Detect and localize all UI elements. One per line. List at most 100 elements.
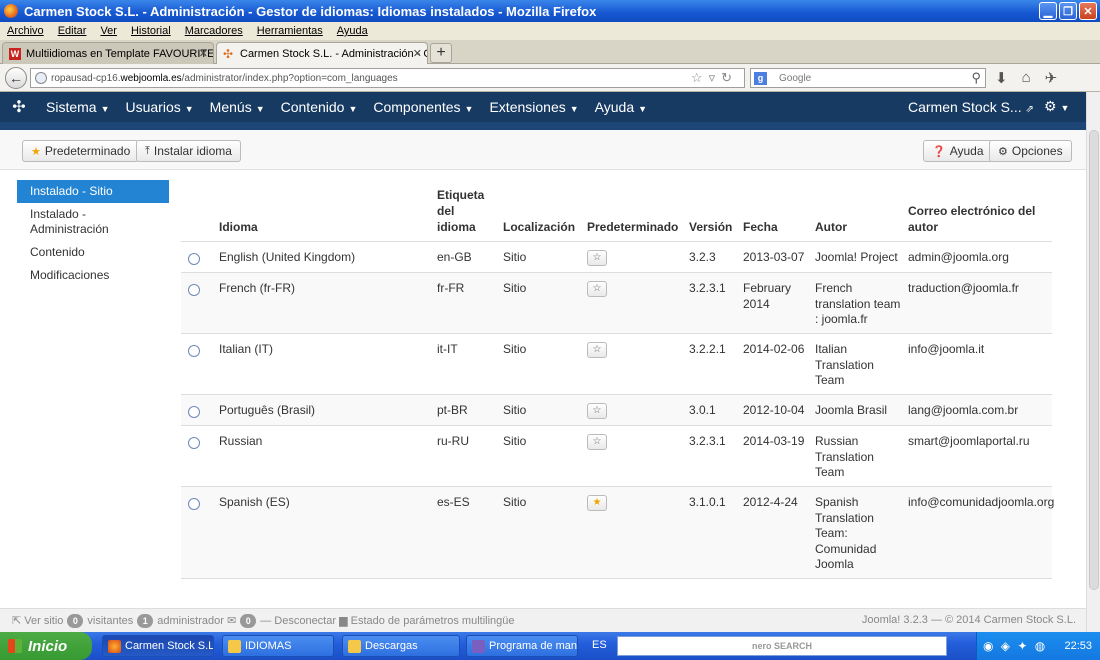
tab-multiidiomas[interactable]: W Multiidiomas en Template FAVOURITE Jo.… — [2, 42, 214, 64]
dropdown-icon[interactable]: ▿ — [709, 70, 722, 85]
logout-link[interactable]: Desconectar — [274, 615, 336, 627]
scrollbar-thumb[interactable] — [1089, 130, 1099, 590]
close-tab-icon[interactable]: ✕ — [413, 47, 422, 60]
nav-componentes[interactable]: Componentes ▼ — [365, 99, 481, 115]
row-select-radio[interactable] — [188, 284, 200, 296]
row-select-radio[interactable] — [188, 498, 200, 510]
site-user-link[interactable]: Carmen Stock S... ⇗ — [908, 99, 1034, 115]
cell-language: Italian (IT) — [219, 342, 274, 356]
firefox-icon — [108, 640, 121, 653]
cell-language: French (fr-FR) — [219, 281, 295, 295]
taskbar-item-firefox[interactable]: Carmen Stock S.L.... — [102, 635, 214, 657]
menu-marcadores[interactable]: Marcadores — [178, 25, 250, 37]
row-select-radio[interactable] — [188, 406, 200, 418]
menu-ver[interactable]: Ver — [93, 25, 124, 37]
sidebar-item-modificaciones[interactable]: Modificaciones — [17, 264, 169, 287]
taskbar-item-idiomas[interactable]: IDIOMAS — [222, 635, 334, 657]
nav-bar: ← ropausad-cp16. webjoomla.es/administrat… — [0, 64, 1100, 92]
col-header-location[interactable]: Localización — [503, 219, 575, 235]
cell-version: 3.0.1 — [689, 403, 716, 417]
menu-ayuda[interactable]: Ayuda — [330, 25, 375, 37]
sidebar-item-instalado-administracion[interactable]: Instalado - Administración — [17, 203, 169, 241]
nav-label: Usuarios — [125, 99, 181, 115]
header-strip — [0, 122, 1086, 130]
task-label: Descargas — [365, 640, 418, 652]
sidebar-item-instalado-sitio[interactable]: Instalado - Sitio — [17, 180, 169, 203]
set-default-star-icon[interactable]: ☆ — [587, 403, 607, 419]
maximize-button[interactable]: ❐ — [1059, 2, 1077, 20]
set-default-star-icon[interactable]: ☆ — [587, 250, 607, 266]
table-body: English (United Kingdom) en-GB Sitio 3.2.3 2… — [181, 242, 1054, 579]
col-header-default[interactable]: Predeterminado — [587, 219, 678, 235]
set-default-star-icon[interactable]: ☆ — [587, 281, 607, 297]
set-default-star-icon[interactable]: ★ — [587, 495, 607, 511]
new-tab-button[interactable]: + — [430, 43, 452, 63]
col-header-email[interactable]: Correo electrónico del autor — [908, 203, 1048, 235]
task-label: Programa de mani... — [489, 640, 578, 652]
options-button[interactable]: ⚙ Opciones — [989, 140, 1072, 162]
cell-location: Sitio — [503, 281, 527, 295]
input-language[interactable]: ES — [592, 639, 607, 651]
nav-ayuda[interactable]: Ayuda ▼ — [587, 99, 655, 115]
toolbar: ★ Predeterminado ⤒ Instalar idioma ❓ Ayuda … — [0, 130, 1086, 170]
cell-location: Sitio — [503, 434, 527, 448]
nav-usuarios[interactable]: Usuarios ▼ — [118, 99, 202, 115]
close-tab-icon[interactable]: ✕ — [199, 47, 208, 60]
col-header-date[interactable]: Fecha — [743, 219, 778, 235]
tab-administracion[interactable]: ✣ Carmen Stock S.L. - Administración - G… — [216, 42, 428, 64]
taskbar-item-descargas[interactable]: Descargas — [342, 635, 460, 657]
magnifier-icon[interactable]: ⚲ — [971, 70, 981, 86]
taskbar-item-programa[interactable]: Programa de mani... — [466, 635, 578, 657]
reload-icon[interactable]: ↻ — [721, 70, 738, 85]
menu-archivo[interactable]: Archivo — [0, 25, 51, 37]
cell-date: 2013-03-07 — [743, 250, 805, 264]
row-select-radio[interactable] — [188, 437, 200, 449]
bookmark-star-icon[interactable]: ☆ — [691, 70, 709, 85]
cell-email: admin@joomla.org — [908, 250, 1009, 264]
view-site-link[interactable]: Ver sitio — [24, 615, 63, 627]
nav-menus[interactable]: Menús ▼ — [202, 99, 273, 115]
google-icon[interactable]: g — [754, 72, 767, 85]
default-button[interactable]: ★ Predeterminado — [22, 140, 140, 162]
sidebar-item-contenido[interactable]: Contenido — [17, 241, 169, 264]
cell-version: 3.2.3.1 — [689, 281, 726, 295]
languages-table: Idioma Etiqueta del idioma Localización … — [181, 180, 1054, 579]
nav-sistema[interactable]: Sistema ▼ — [38, 99, 118, 115]
url-bar[interactable]: ropausad-cp16. webjoomla.es/administrator… — [30, 68, 745, 88]
page-scrollbar[interactable] — [1086, 92, 1100, 632]
search-input[interactable]: g Google ⚲ — [750, 68, 986, 88]
folder-icon — [348, 640, 361, 653]
task-label: Carmen Stock S.L.... — [125, 640, 214, 652]
install-language-button[interactable]: ⤒ Instalar idioma — [136, 140, 241, 162]
window-titlebar: Carmen Stock S.L. - Administración - Ges… — [0, 0, 1100, 22]
nav-contenido[interactable]: Contenido ▼ — [273, 99, 366, 115]
addon-icon[interactable]: ✈ — [1045, 69, 1058, 87]
col-header-version[interactable]: Versión — [689, 219, 732, 235]
tray-icons[interactable]: ◉ ◈ ✦ ◍ — [983, 639, 1047, 653]
row-select-radio[interactable] — [188, 253, 200, 265]
col-header-author[interactable]: Autor — [815, 219, 847, 235]
gear-icon[interactable]: ⚙ ▼ — [1044, 98, 1069, 115]
download-icon[interactable]: ⬇ — [995, 69, 1008, 87]
menu-herramientas[interactable]: Herramientas — [250, 25, 330, 37]
home-icon[interactable]: ⌂ — [1022, 69, 1031, 87]
row-select-radio[interactable] — [188, 345, 200, 357]
start-button[interactable]: Inicio — [0, 632, 92, 660]
multilang-status-link[interactable]: Estado de parámetros multilingüe — [351, 615, 515, 627]
col-header-language[interactable]: Idioma — [219, 219, 258, 235]
minimize-button[interactable]: ▁ — [1039, 2, 1057, 20]
set-default-star-icon[interactable]: ☆ — [587, 342, 607, 358]
page-viewport: ✣ Sistema ▼ Usuarios ▼ Menús ▼ Contenido ▼ C… — [0, 92, 1086, 632]
nero-search-input[interactable]: nero SEARCH — [617, 636, 947, 656]
col-header-tag[interactable]: Etiqueta del idioma — [437, 187, 495, 235]
joomla-logo-icon[interactable]: ✣ — [0, 97, 38, 117]
cell-author: Spanish Translation Team: Comunidad Joom… — [815, 495, 877, 571]
close-window-button[interactable]: ✕ — [1079, 2, 1097, 20]
nav-extensiones[interactable]: Extensiones ▼ — [481, 99, 586, 115]
help-button[interactable]: ❓ Ayuda — [923, 140, 993, 162]
tab-label: Multiidiomas en Template FAVOURITE Jo... — [26, 47, 214, 60]
menu-historial[interactable]: Historial — [124, 25, 178, 37]
back-button[interactable]: ← — [5, 67, 27, 89]
menu-editar[interactable]: Editar — [51, 25, 94, 37]
set-default-star-icon[interactable]: ☆ — [587, 434, 607, 450]
